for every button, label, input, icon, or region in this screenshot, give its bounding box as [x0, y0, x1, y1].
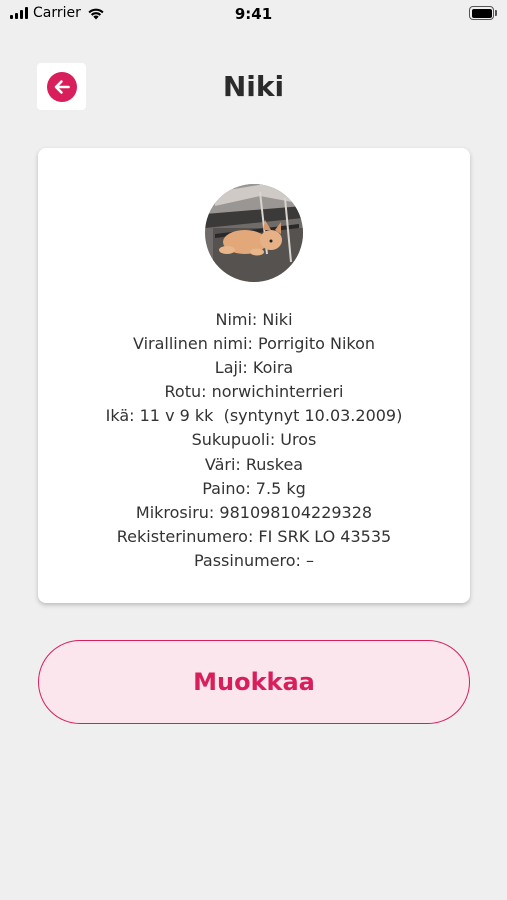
pet-details: Nimi: Niki Virallinen nimi: Porrigito Ni…: [38, 308, 470, 573]
pet-photo: [205, 184, 303, 282]
detail-color: Väri: Ruskea: [204, 454, 304, 474]
detail-breed: Rotu: norwichinterrieri: [164, 382, 344, 402]
detail-species: Laji: Koira: [214, 358, 294, 378]
detail-name: Nimi: Niki: [215, 310, 293, 329]
pet-info-card: Nimi: Niki Virallinen nimi: Porrigito Ni…: [38, 148, 470, 603]
status-bar: Carrier 9:41: [0, 0, 507, 28]
detail-passport: Passinumero: –: [193, 550, 315, 570]
page-title: Niki: [222, 70, 285, 103]
detail-registration: Rekisterinumero: FI SRK LO 43535: [116, 526, 392, 546]
status-time: 9:41: [234, 5, 273, 23]
detail-age: Ikä: 11 v 9 kk (syntynyt 10.03.2009): [105, 406, 403, 426]
detail-sex: Sukupuoli: Uros: [191, 430, 317, 450]
detail-microchip: Mikrosiru: 981098104229328: [135, 502, 373, 522]
edit-button[interactable]: Muokkaa: [38, 640, 470, 724]
battery-icon: [469, 6, 497, 20]
detail-weight: Paino: 7.5 kg: [202, 478, 306, 498]
detail-official-name: Virallinen nimi: Porrigito Nikon: [132, 334, 376, 354]
